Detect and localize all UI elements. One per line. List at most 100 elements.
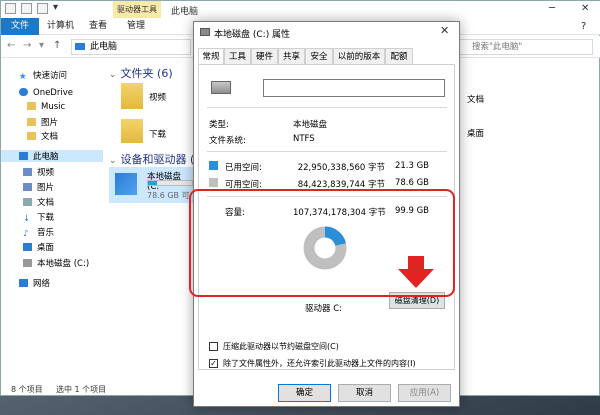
index-checkbox[interactable]: ✓ bbox=[209, 359, 218, 368]
nav-local-disk[interactable]: 本地磁盘 (C:) bbox=[23, 257, 89, 269]
tab-security[interactable]: 安全 bbox=[305, 48, 333, 65]
cancel-button[interactable]: 取消 bbox=[338, 384, 391, 402]
nav-label: 本地磁盘 (C:) bbox=[37, 259, 90, 269]
drive-icon bbox=[23, 259, 32, 267]
free-space-gb: 78.6 GB bbox=[394, 178, 429, 188]
cloud-icon bbox=[19, 88, 28, 96]
nav-videos[interactable]: 视频 bbox=[23, 166, 54, 178]
download-folder-icon bbox=[121, 119, 143, 143]
tab-hardware[interactable]: 硬件 bbox=[251, 48, 278, 65]
download-icon: ↓ bbox=[23, 214, 31, 224]
nav-label: 图片 bbox=[41, 118, 59, 128]
window-title: 此电脑 bbox=[171, 7, 199, 17]
computer-icon bbox=[75, 43, 85, 50]
nav-music[interactable]: Music bbox=[27, 102, 65, 112]
drive-c-tile[interactable]: 本地磁盘 (C: 78.6 GB 可 bbox=[109, 167, 194, 203]
nav-pictures[interactable]: 图片 bbox=[23, 181, 54, 193]
tab-tools[interactable]: 工具 bbox=[224, 48, 251, 65]
nav-label: Music bbox=[41, 102, 66, 112]
folder-videos[interactable]: 视频 bbox=[149, 91, 166, 103]
documents-folder-icon bbox=[23, 198, 32, 206]
up-icon[interactable]: ↑ bbox=[53, 40, 61, 51]
drive-usage-bar bbox=[147, 180, 193, 186]
type-value: 本地磁盘 bbox=[293, 120, 328, 130]
compress-label: 压缩此驱动器以节约磁盘空间(C) bbox=[223, 342, 339, 351]
nav-label: OneDrive bbox=[33, 88, 73, 98]
properties-icon[interactable] bbox=[21, 3, 32, 14]
folder-downloads[interactable]: 下载 bbox=[149, 128, 166, 140]
star-icon: ★ bbox=[19, 72, 27, 82]
folder-icon bbox=[27, 118, 36, 126]
tab-quota[interactable]: 配额 bbox=[385, 48, 413, 65]
video-folder-icon bbox=[121, 83, 143, 109]
new-folder-icon[interactable] bbox=[37, 3, 48, 14]
group-label: 文件夹 (6) bbox=[120, 67, 173, 80]
status-count: 8 个项目 bbox=[11, 385, 43, 394]
ok-button[interactable]: 确定 bbox=[278, 384, 331, 402]
quick-access-dropdown-icon[interactable]: ▾ bbox=[53, 2, 58, 13]
tab-previous-versions[interactable]: 以前的版本 bbox=[333, 48, 385, 65]
recent-dropdown-icon[interactable]: ▾ bbox=[39, 40, 44, 51]
chevron-down-icon: ⌄ bbox=[109, 156, 117, 166]
index-label: 除了文件属性外，还允许索引此驱动器上文件的内容(I) bbox=[223, 359, 416, 368]
folder-icon bbox=[27, 102, 36, 110]
used-space-gb: 21.3 GB bbox=[394, 161, 429, 171]
tab-sharing[interactable]: 共享 bbox=[278, 48, 305, 65]
nav-label: 图片 bbox=[37, 183, 55, 193]
drive-icon bbox=[200, 28, 210, 36]
highlight-box bbox=[189, 189, 455, 297]
tab-view[interactable]: 查看 bbox=[89, 18, 107, 35]
nav-this-pc[interactable]: 此电脑 bbox=[1, 150, 103, 162]
nav-label: 快速访问 bbox=[33, 71, 68, 81]
nav-label: 下载 bbox=[37, 213, 55, 223]
nav-desktop[interactable]: 桌面 bbox=[23, 241, 54, 253]
nav-onedrive[interactable]: OneDrive bbox=[19, 88, 73, 98]
nav-network[interactable]: 网络 bbox=[19, 277, 50, 289]
folder-documents[interactable]: 文档 bbox=[467, 93, 484, 105]
chevron-down-icon: ⌄ bbox=[109, 70, 117, 80]
nav-pictures-onedrive[interactable]: 图片 bbox=[27, 116, 58, 128]
help-icon[interactable]: ? bbox=[581, 21, 586, 32]
tab-computer[interactable]: 计算机 bbox=[47, 18, 74, 35]
type-label: 类型: bbox=[209, 120, 229, 130]
close-icon[interactable]: ✕ bbox=[581, 3, 589, 14]
windows-drive-icon bbox=[115, 173, 137, 195]
drive-large-icon bbox=[211, 81, 231, 94]
drive-name-input[interactable] bbox=[263, 79, 445, 97]
close-icon[interactable]: ✕ bbox=[440, 24, 449, 37]
search-input[interactable]: 搜索"此电脑" bbox=[457, 39, 593, 55]
tab-file[interactable]: 文件 bbox=[1, 18, 39, 35]
nav-quick-access[interactable]: ★ 快速访问 bbox=[19, 69, 68, 82]
used-space-bytes: 22,950,338,560 字节 bbox=[297, 163, 385, 173]
computer-icon bbox=[19, 152, 28, 160]
compress-checkbox[interactable] bbox=[209, 342, 218, 351]
nav-label: 此电脑 bbox=[33, 152, 59, 162]
filesystem-value: NTFS bbox=[293, 134, 315, 144]
drive-letter-label: 驱动器 C: bbox=[305, 304, 343, 314]
tab-manage[interactable]: 管理 bbox=[127, 18, 145, 35]
free-space-swatch bbox=[209, 178, 218, 187]
nav-label: 文档 bbox=[37, 198, 55, 208]
minimize-icon[interactable]: ─ bbox=[549, 3, 555, 14]
nav-label: 视频 bbox=[37, 168, 55, 178]
address-text: 此电脑 bbox=[90, 42, 118, 52]
folder-desktop[interactable]: 桌面 bbox=[467, 127, 484, 139]
search-placeholder: 搜索"此电脑" bbox=[472, 42, 523, 52]
nav-documents-onedrive[interactable]: 文档 bbox=[27, 130, 58, 142]
group-drives[interactable]: ⌄ 设备和驱动器 (2) bbox=[109, 151, 206, 167]
context-tab-drive-tools: 驱动器工具 bbox=[113, 1, 161, 18]
nav-music-pc[interactable]: ♪ 音乐 bbox=[23, 226, 54, 239]
address-input[interactable]: 此电脑 bbox=[71, 39, 191, 55]
group-folders[interactable]: ⌄ 文件夹 (6) bbox=[109, 65, 173, 81]
nav-label: 网络 bbox=[33, 279, 51, 289]
forward-icon[interactable]: → bbox=[23, 40, 31, 51]
dialog-titlebar: 本地磁盘 (C:) 属性 ✕ bbox=[194, 22, 459, 44]
back-icon[interactable]: ← bbox=[7, 40, 15, 51]
network-icon bbox=[19, 279, 28, 287]
nav-downloads[interactable]: ↓ 下载 bbox=[23, 211, 55, 224]
nav-documents[interactable]: 文档 bbox=[23, 196, 54, 208]
apply-button[interactable]: 应用(A) bbox=[398, 384, 451, 402]
used-space-label: 已用空间: bbox=[225, 163, 262, 173]
navigation-pane: ★ 快速访问 OneDrive Music 图片 文档 此电脑 视频 图片 文档 … bbox=[1, 59, 103, 377]
nav-label: 文档 bbox=[41, 132, 59, 142]
